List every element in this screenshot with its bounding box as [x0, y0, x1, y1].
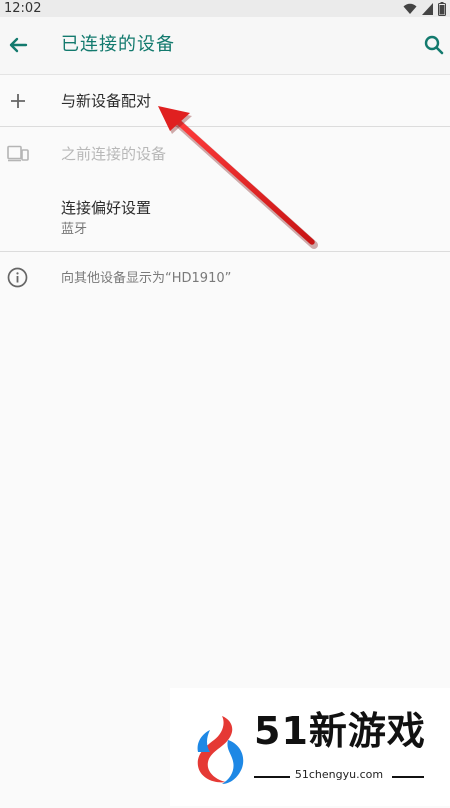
- page-title: 已连接的设备: [61, 34, 175, 55]
- battery-icon: [438, 1, 446, 16]
- plus-icon: [11, 94, 25, 108]
- previously-connected-label: 之前连接的设备: [61, 145, 167, 163]
- back-button[interactable]: [4, 31, 32, 59]
- pair-new-device-label: 与新设备配对: [61, 92, 152, 110]
- divider: [0, 126, 450, 127]
- signal-icon: [422, 2, 433, 15]
- info-icon: [7, 267, 28, 288]
- app-bar: 已连接的设备: [0, 17, 450, 75]
- connection-preferences-item[interactable]: 连接偏好设置 蓝牙: [0, 184, 450, 250]
- status-bar: 12:02: [0, 0, 450, 17]
- connection-preferences-subtitle: 蓝牙: [61, 222, 88, 237]
- connection-preferences-title: 连接偏好设置: [61, 199, 152, 217]
- arrow-back-icon: [9, 37, 28, 53]
- watermark-line-right: [392, 776, 424, 778]
- pair-new-device-item[interactable]: 与新设备配对: [0, 76, 450, 126]
- previously-connected-item[interactable]: 之前连接的设备: [0, 128, 450, 180]
- wifi-icon: [403, 3, 417, 14]
- divider: [0, 251, 450, 252]
- status-time: 12:02: [4, 1, 42, 16]
- watermark-url: 51chengyu.com: [294, 768, 384, 781]
- devices-icon: [7, 145, 29, 162]
- device-visibility-info: 向其他设备显示为“HD1910”: [0, 254, 450, 300]
- status-icons: [403, 1, 446, 16]
- search-button[interactable]: [422, 31, 448, 59]
- watermark-brand: 51新游戏: [254, 709, 426, 753]
- device-visibility-text: 向其他设备显示为“HD1910”: [61, 271, 232, 286]
- brand-logo-icon: [197, 716, 244, 784]
- search-icon: [424, 35, 444, 55]
- watermark: 51新游戏 51chengyu.com: [170, 688, 450, 806]
